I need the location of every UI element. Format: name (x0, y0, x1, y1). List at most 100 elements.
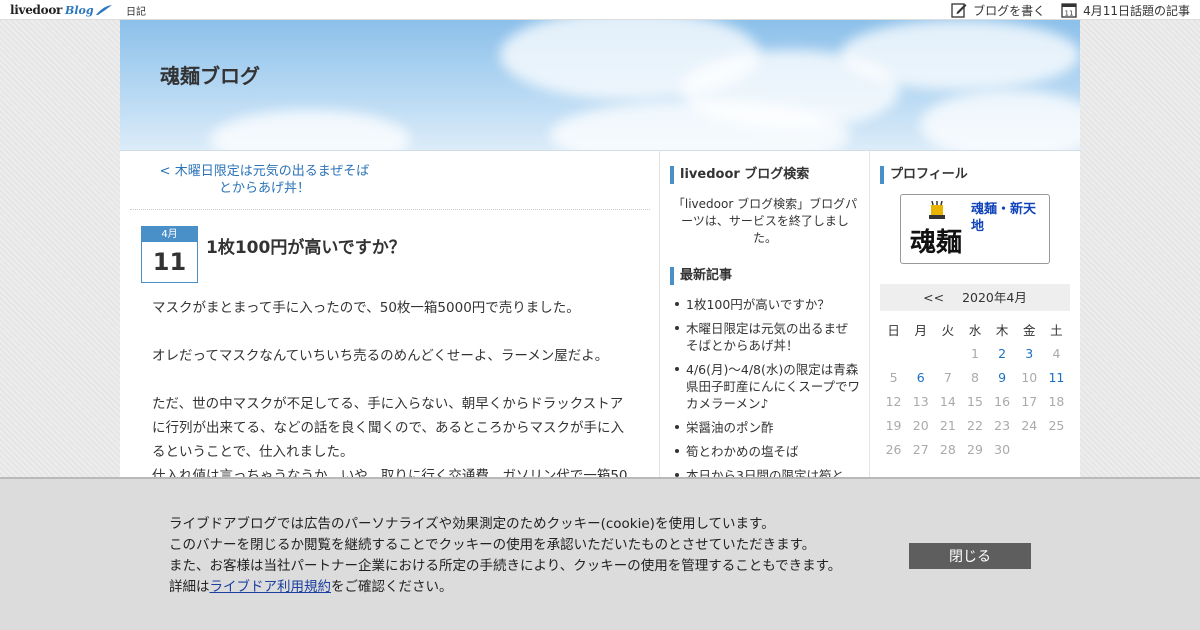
profile-card[interactable]: 魂麺 魂麺・新天地 (900, 194, 1050, 264)
calendar-day[interactable]: 11 (1043, 365, 1070, 389)
cookie-line-suffix: をご確認ください。 (331, 579, 453, 595)
calendar-day: 16 (994, 393, 1011, 409)
recent-article-item[interactable]: 4/6(月)〜4/8(水)の限定は青森県田子町産にんにくスープでワカメラーメン♪ (670, 361, 860, 412)
quill-icon (95, 5, 112, 15)
calendar-header: << 2020年4月 (880, 284, 1070, 311)
recent-article-item[interactable]: 栄醤油のポン酢 (670, 419, 860, 436)
calendar-day (1043, 437, 1070, 461)
calendar-weekday: 月 (914, 322, 927, 338)
calendar-day: 12 (885, 393, 902, 409)
post-title[interactable]: 1枚100円が高いですか？ (206, 233, 406, 258)
calendar-prev-month[interactable]: << (923, 290, 944, 305)
logo-text: livedoor (10, 3, 63, 17)
pencil-edit-icon (951, 3, 967, 18)
topic-articles-label: 4月11日話題の記事 (1083, 3, 1190, 18)
calendar-grid: 日月火水木金土 1 2 3 4 5 6 7 8 9 10 11 12 13 14 15 16 17 18 19 20 2… (880, 317, 1070, 461)
post-date-day: 11 (152, 248, 187, 276)
calendar-day (880, 341, 907, 365)
calendar-day: 5 (889, 369, 898, 385)
top-right-links: ブログを書く 11 4月11日話題の記事 (951, 0, 1190, 20)
calendar-day: 19 (885, 417, 902, 433)
calendar-day[interactable]: 9 (989, 365, 1016, 389)
calendar-day: 23 (994, 417, 1011, 433)
calendar-day (934, 341, 961, 365)
calendar-week: 12 13 14 15 16 17 18 (880, 389, 1070, 413)
svg-text:11: 11 (1065, 10, 1074, 18)
calendar-day: 25 (1048, 417, 1065, 433)
calendar-day[interactable]: 2 (989, 341, 1016, 365)
calendar-day: 27 (912, 441, 929, 457)
calendar-day: 22 (967, 417, 983, 433)
search-heading: livedoor ブログ検索 (670, 166, 860, 184)
calendar-day: 21 (939, 417, 956, 433)
calendar-day: 7 (943, 369, 952, 385)
calendar-weekday: 土 (1050, 322, 1063, 338)
calendar-day (907, 341, 934, 365)
calendar-weekday: 火 (941, 322, 955, 338)
search-service-ended-text: 「livedoor ブログ検索」ブログパーツは、サービスを終了しました。 (672, 197, 858, 245)
write-blog-label: ブログを書く (973, 3, 1046, 18)
recent-article-item[interactable]: 筍とわかめの塩そば (670, 443, 860, 460)
post-paragraph: マスクがまとまって手に入ったので、50枚一箱5000円で売りました。 (152, 300, 580, 316)
calendar-weekday: 水 (968, 322, 982, 338)
calendar-day: 20 (912, 417, 929, 433)
calendar-day: 8 (971, 369, 979, 385)
profile-logo-image: 魂麺 (910, 201, 962, 258)
calendar-day: 14 (939, 393, 956, 409)
profile-name-link[interactable]: 魂麺・新天地 (971, 201, 1046, 235)
calendar-day: 24 (1021, 417, 1038, 433)
calendar-day: 30 (994, 441, 1011, 457)
cookie-line: また、お客様は当社パートナー企業における所定の手続きにより、クッキーの使用を管理… (169, 558, 842, 574)
post-date-month: 4月 (142, 227, 197, 242)
recent-article-item[interactable]: 木曜日限定は元気の出るまぜそばとからあげ丼！ (670, 320, 860, 354)
previous-article-link[interactable]: < 木曜日限定は元気の出るまぜそば とからあげ丼！ (152, 163, 377, 197)
calendar-week: 1234 (880, 341, 1070, 365)
calendar-day: 28 (939, 441, 956, 457)
livedoor-blog-logo[interactable]: livedoor Blog (10, 2, 113, 18)
top-bar: livedoor Blog 日記 ブログを書く 11 4月11日話題の記事 (0, 0, 1200, 20)
calendar-weekday: 金 (1023, 322, 1036, 338)
logo-sub-text: Blog (65, 3, 94, 17)
divider (130, 209, 650, 210)
calendar-weekday: 木 (995, 322, 1009, 338)
calendar-weekday: 日 (887, 322, 900, 338)
calendar-day: 4 (1052, 345, 1061, 361)
post-date-badge: 4月 11 (141, 226, 198, 283)
sidebar-left: livedoor ブログ検索 「livedoor ブログ検索」ブログパーツは、サ… (670, 151, 860, 491)
post-paragraph: オレだってマスクなんていちいち売るのめんどくせーよ、ラーメン屋だよ。 (152, 348, 609, 364)
blog-header: 魂麺ブログ (120, 20, 1080, 151)
calendar-day: 26 (885, 441, 902, 457)
calendar-week: 19 20 21 22 23 24 25 (880, 413, 1070, 437)
close-banner-button[interactable]: 閉じる (909, 543, 1031, 569)
topic-articles-link[interactable]: 11 4月11日話題の記事 (1061, 2, 1190, 19)
calendar-day: 1 (971, 345, 979, 361)
calendar-icon: 11 (1061, 3, 1077, 18)
calendar-widget: << 2020年4月 日月火水木金土 1 2 3 4 5 6 7 8 9 10 11 12 13 14 15… (880, 284, 1070, 461)
calendar-day[interactable]: 3 (1016, 341, 1043, 365)
calendar-day: 17 (1021, 393, 1038, 409)
cookie-notice-text: ライブドアブログでは広告のパーソナライズや効果測定のためクッキー(cookie)… (169, 514, 889, 598)
calendar-month-label: 2020年4月 (962, 290, 1027, 305)
sidebar-right: プロフィール 魂麺 魂麺・新天地 << 2020年4月 日月火水木金土 1234… (880, 151, 1070, 457)
calendar-day: 18 (1048, 393, 1065, 409)
calendar-week: 5 6 7 8 9 10 11 (880, 365, 1070, 389)
calendar-day (1016, 437, 1043, 461)
post-paragraph: ただ、世の中マスクが不足してる、手に入らない、朝早くからドラックストアに行列が出… (152, 396, 624, 460)
cookie-line: このバナーを閉じるか閲覧を継続することでクッキーの使用を承認いただいたものとさせ… (169, 537, 816, 553)
recent-article-item[interactable]: 1枚100円が高いですか？ (670, 296, 860, 313)
svg-text:魂麺: 魂麺 (910, 228, 962, 258)
terms-of-use-link[interactable]: ライブドア利用規約 (210, 579, 332, 595)
cookie-banner: ライブドアブログでは広告のパーソナライズや効果測定のためクッキー(cookie)… (0, 477, 1200, 630)
calendar-day[interactable]: 6 (907, 365, 934, 389)
recent-heading: 最新記事 (670, 267, 860, 285)
post-body: マスクがまとまって手に入ったので、50枚一箱5000円で売りました。 オレだって… (152, 296, 632, 488)
profile-heading: プロフィール (880, 166, 1070, 184)
nav-diary-link[interactable]: 日記 (126, 3, 146, 18)
site-title[interactable]: 魂麺ブログ (160, 60, 260, 89)
calendar-day: 13 (912, 393, 929, 409)
calendar-day: 10 (1021, 369, 1038, 385)
calendar-day: 15 (967, 393, 983, 409)
calendar-day: 29 (967, 441, 983, 457)
cookie-line-prefix: 詳細は (169, 579, 210, 595)
write-blog-link[interactable]: ブログを書く (951, 2, 1045, 19)
